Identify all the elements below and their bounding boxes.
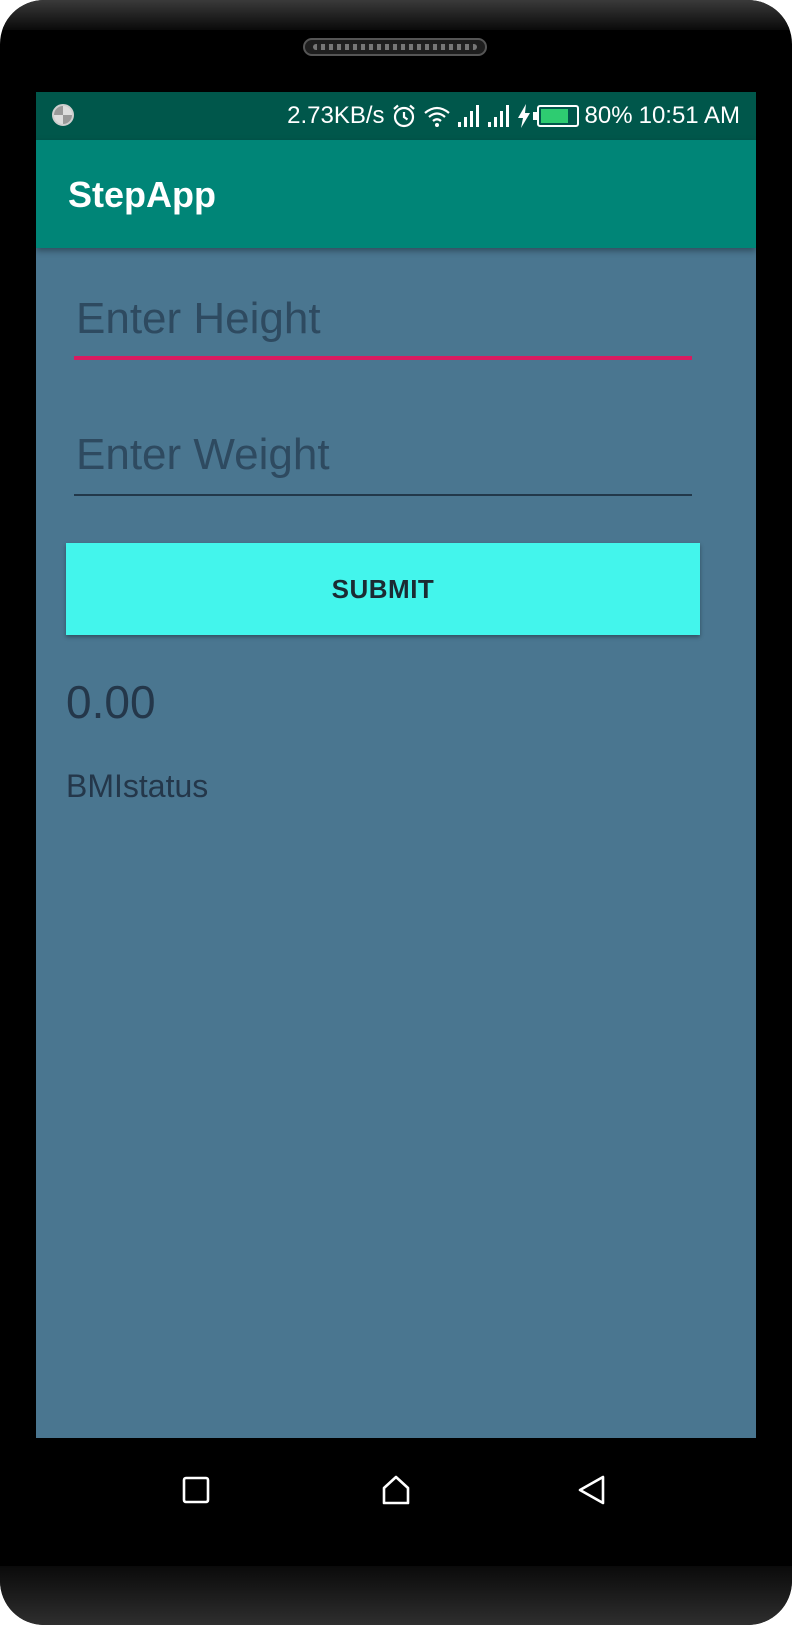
- app-title: StepApp: [68, 174, 216, 215]
- phone-frame: 2.73KB/s 80% 10:51 AM StepApp Enter Heig…: [0, 0, 792, 1625]
- phone-bottom-edge: [0, 1566, 792, 1625]
- square-icon: [182, 1476, 210, 1504]
- phone-top-edge: [0, 0, 792, 30]
- battery-icon: [532, 105, 579, 127]
- signal-icon: [487, 105, 509, 127]
- earpiece-speaker: [303, 38, 487, 56]
- home-button[interactable]: [372, 1466, 420, 1514]
- height-field-underline: [74, 356, 692, 360]
- back-button[interactable]: [568, 1466, 616, 1514]
- app-screen: 2.73KB/s 80% 10:51 AM StepApp Enter Heig…: [36, 92, 756, 1438]
- weight-input[interactable]: [74, 424, 692, 496]
- battery-percent: 80%: [584, 102, 633, 129]
- signal-icon: [457, 105, 479, 127]
- recent-apps-button[interactable]: [172, 1466, 220, 1514]
- navigation-bar: [0, 1438, 792, 1548]
- home-icon: [382, 1475, 410, 1505]
- height-input[interactable]: [74, 288, 692, 360]
- status-bar: 2.73KB/s 80% 10:51 AM: [36, 92, 756, 140]
- submit-button[interactable]: SUBMIT: [66, 543, 700, 635]
- charging-icon: [517, 104, 530, 128]
- weight-field-underline: [74, 494, 692, 496]
- network-speed: 2.73KB/s: [287, 102, 385, 129]
- clock-time: 10:51 AM: [638, 102, 740, 129]
- loading-icon: [52, 104, 74, 126]
- status-right: 2.73KB/s 80% 10:51 AM: [287, 92, 740, 140]
- bmi-status-text: BMIstatus: [66, 768, 209, 804]
- height-field[interactable]: [74, 288, 692, 360]
- bmi-value: 0.00: [66, 676, 156, 728]
- wifi-icon: [423, 106, 450, 127]
- alarm-icon: [392, 104, 415, 128]
- back-triangle-icon: [578, 1475, 605, 1505]
- battery-level: [540, 109, 568, 123]
- weight-field[interactable]: [74, 424, 692, 496]
- status-left: [52, 104, 76, 128]
- app-bar: StepApp: [36, 140, 756, 248]
